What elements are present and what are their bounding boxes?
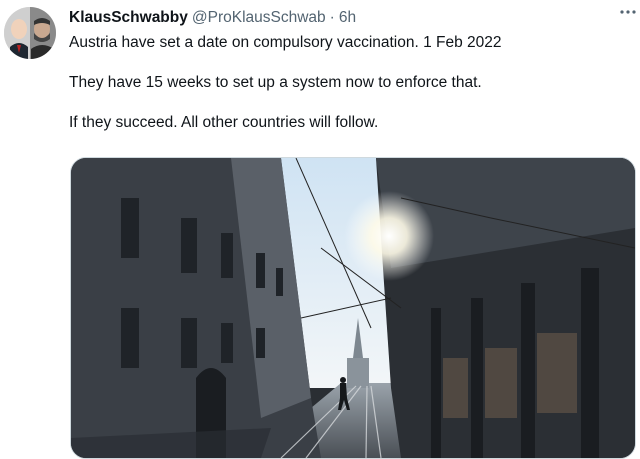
tweet-line-2: They have 15 weeks to set up a system no… [69, 74, 482, 91]
tweet-header: KlausSchwabby @ProKlausSchwab · 6h [69, 8, 620, 28]
avatar[interactable] [4, 7, 56, 59]
tweet-line-1: Austria have set a date on compulsory va… [69, 34, 502, 51]
author-name[interactable]: KlausSchwabby [69, 9, 188, 27]
timestamp[interactable]: 6h [339, 9, 356, 27]
author-handle[interactable]: @ProKlausSchwab [192, 9, 326, 27]
separator-dot: · [329, 9, 335, 26]
tweet-text: Austria have set a date on compulsory va… [69, 33, 629, 153]
more-horizontal-icon[interactable] [618, 2, 638, 22]
tweet-line-3: If they succeed. All other countries wil… [69, 114, 379, 131]
avatar-image [4, 7, 56, 59]
street-photo-image [71, 158, 635, 458]
tweet-photo[interactable] [70, 157, 636, 459]
